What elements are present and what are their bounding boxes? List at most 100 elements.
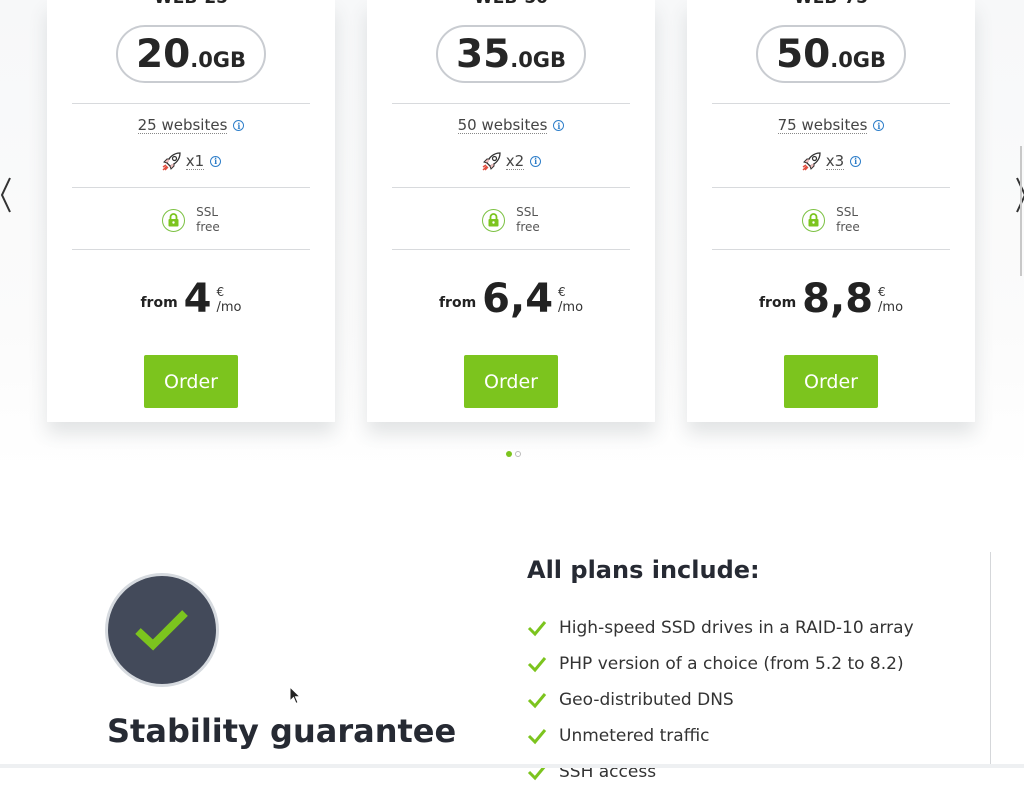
websites-row: 25 websites i xyxy=(47,117,335,134)
price-value: 6,4 xyxy=(482,276,554,322)
performance-multiplier[interactable]: x3 xyxy=(825,153,845,170)
websites-row: 50 websites i xyxy=(367,117,655,134)
ssl-label: SSL free xyxy=(196,205,220,235)
divider xyxy=(392,249,630,250)
websites-count[interactable]: 50 websites xyxy=(457,117,548,134)
mouse-cursor-icon xyxy=(289,686,301,705)
order-button[interactable]: Order xyxy=(784,355,878,408)
feature-text: PHP version of a choice (from 5.2 to 8.2… xyxy=(559,654,904,674)
ssl-status: free xyxy=(516,220,540,234)
price-value: 8,8 xyxy=(802,276,874,322)
ssl-row: SSL free xyxy=(367,205,655,235)
info-icon[interactable]: i xyxy=(850,155,862,167)
ssl-label: SSL free xyxy=(836,205,860,235)
price-value: 4 xyxy=(183,276,212,322)
check-icon xyxy=(527,657,547,673)
performance-row: x1 i xyxy=(47,150,335,172)
disk-size-badge: 20 .0GB xyxy=(116,25,266,83)
ssl-label: SSL free xyxy=(516,205,540,235)
disk-size-badge: 50 .0GB xyxy=(756,25,906,83)
plan-card: WEB-25 20 .0GB 25 websites i x1 i xyxy=(47,0,335,422)
divider xyxy=(392,103,630,104)
feature-item: SSH access xyxy=(527,754,914,790)
ssl-row: SSL free xyxy=(47,205,335,235)
currency-symbol: € xyxy=(878,285,886,299)
feature-text: Unmetered traffic xyxy=(559,726,710,746)
ssl-status: free xyxy=(196,220,220,234)
divider xyxy=(72,249,310,250)
disk-size-value: 35 xyxy=(455,32,511,77)
plans-include-title: All plans include: xyxy=(527,556,760,584)
ssl-title: SSL xyxy=(516,205,539,219)
info-icon[interactable]: i xyxy=(530,155,542,167)
divider xyxy=(712,249,950,250)
check-icon xyxy=(527,693,547,709)
performance-multiplier[interactable]: x1 xyxy=(185,153,205,170)
divider xyxy=(72,187,310,188)
carousel-next-arrow[interactable] xyxy=(1013,176,1024,214)
disk-size-badge: 35 .0GB xyxy=(436,25,586,83)
plan-name: WEB-25 xyxy=(47,0,335,8)
disk-size-value: 20 xyxy=(135,32,191,77)
info-icon[interactable]: i xyxy=(210,155,222,167)
feature-item: High-speed SSD drives in a RAID-10 array xyxy=(527,610,914,646)
rocket-icon xyxy=(482,152,501,171)
billing-period: /mo xyxy=(216,300,242,315)
feature-text: High-speed SSD drives in a RAID-10 array xyxy=(559,618,914,638)
section-edge xyxy=(0,764,1024,768)
divider xyxy=(72,103,310,104)
price-prefix: from xyxy=(758,295,797,311)
rocket-icon xyxy=(162,152,181,171)
disk-size-unit: .0GB xyxy=(190,48,247,72)
checkmark-badge xyxy=(108,576,216,684)
order-button[interactable]: Order xyxy=(464,355,558,408)
performance-multiplier[interactable]: x2 xyxy=(505,153,525,170)
feature-item: Unmetered traffic xyxy=(527,718,914,754)
currency-symbol: € xyxy=(216,285,225,299)
price-unit: € /mo xyxy=(558,285,583,315)
feature-text: Geo-distributed DNS xyxy=(559,690,734,710)
checkmark-icon xyxy=(135,610,188,651)
carousel-prev-arrow[interactable] xyxy=(0,176,14,214)
price-prefix: from xyxy=(140,295,178,311)
order-button[interactable]: Order xyxy=(144,355,238,408)
price-unit: € /mo xyxy=(217,285,242,315)
price-row: from 4 € /mo xyxy=(47,276,335,322)
billing-period: /mo xyxy=(558,300,584,315)
feature-item: PHP version of a choice (from 5.2 to 8.2… xyxy=(527,646,914,682)
ssl-status: free xyxy=(836,220,860,234)
performance-row: x2 i xyxy=(367,150,655,172)
divider xyxy=(990,552,991,768)
info-icon[interactable]: i xyxy=(553,120,565,131)
scrollbar[interactable] xyxy=(1020,146,1022,276)
performance-row: x3 i xyxy=(687,150,975,172)
websites-count[interactable]: 75 websites xyxy=(777,117,868,134)
divider xyxy=(712,103,950,104)
disk-size-unit: .0GB xyxy=(830,48,887,72)
feature-item: Geo-distributed DNS xyxy=(527,682,914,718)
lock-icon xyxy=(802,208,826,232)
disk-size-value: 50 xyxy=(775,32,831,77)
disk-size-unit: .0GB xyxy=(510,48,567,72)
price-row: from 8,8 € /mo xyxy=(687,276,975,322)
lock-icon xyxy=(162,208,186,232)
websites-count[interactable]: 25 websites xyxy=(137,117,228,134)
price-row: from 6,4 € /mo xyxy=(367,276,655,322)
ssl-title: SSL xyxy=(196,205,219,219)
features-list: High-speed SSD drives in a RAID-10 array… xyxy=(527,610,914,790)
websites-row: 75 websites i xyxy=(687,117,975,134)
price-prefix: from xyxy=(438,295,477,311)
check-icon xyxy=(527,729,547,745)
plan-name: WEB-75 xyxy=(687,0,975,8)
info-icon[interactable]: i xyxy=(873,120,885,131)
info-icon[interactable]: i xyxy=(233,120,245,131)
carousel-dot-1[interactable] xyxy=(506,451,512,457)
carousel-dot-2[interactable] xyxy=(515,451,521,457)
currency-symbol: € xyxy=(558,285,566,299)
billing-period: /mo xyxy=(878,300,904,315)
carousel-pager xyxy=(506,451,521,457)
ssl-row: SSL free xyxy=(687,205,975,235)
check-icon xyxy=(527,621,547,637)
divider xyxy=(712,187,950,188)
price-unit: € /mo xyxy=(878,285,903,315)
